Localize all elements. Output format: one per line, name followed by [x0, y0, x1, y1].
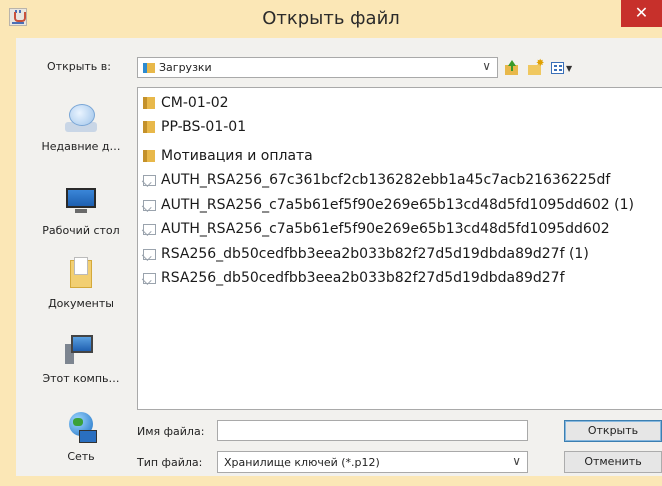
place-label: Документы	[48, 297, 114, 310]
folder-icon	[143, 97, 155, 109]
file-icon	[143, 249, 156, 260]
place-network[interactable]: Сеть	[35, 410, 127, 463]
this-pc-icon	[63, 332, 99, 366]
open-file-dialog: Открыть файл ✕ Открыть в: Загрузки ∨ ✸ ▼…	[0, 0, 662, 486]
network-icon	[63, 410, 99, 444]
close-button[interactable]: ✕	[621, 0, 662, 27]
documents-icon	[63, 257, 99, 291]
place-label: Рабочий стол	[42, 224, 120, 237]
file-icon	[143, 273, 156, 284]
recent-items-icon	[63, 100, 99, 134]
look-in-label: Открыть в:	[47, 60, 111, 73]
view-dropdown-arrow-icon: ▼	[566, 64, 573, 73]
file-name-label: Имя файла:	[137, 425, 205, 438]
view-menu-icon[interactable]: ▼	[551, 60, 575, 76]
file-name-input[interactable]	[217, 420, 528, 441]
chevron-down-icon: ∨	[512, 454, 521, 468]
file-type-label: Тип файла:	[137, 456, 203, 469]
file-icon	[143, 200, 156, 211]
place-label: Сеть	[67, 450, 95, 463]
open-button[interactable]: Открыть	[564, 420, 662, 442]
title-bar[interactable]: Открыть файл ✕	[0, 0, 662, 38]
place-documents[interactable]: Документы	[35, 257, 127, 310]
place-label: Этот компь…	[42, 372, 120, 385]
cancel-button[interactable]: Отменить	[564, 451, 662, 473]
look-in-value: Загрузки	[159, 61, 212, 74]
places-sidebar: Недавние д… Рабочий стол Документы Этот …	[35, 87, 127, 466]
place-recent-items[interactable]: Недавние д…	[35, 100, 127, 153]
place-desktop[interactable]: Рабочий стол	[35, 184, 127, 237]
place-label: Недавние д…	[41, 140, 121, 153]
file-type-dropdown[interactable]: Хранилище ключей (*.p12) ∨	[217, 451, 528, 473]
folder-icon	[143, 121, 155, 133]
window-title: Открыть файл	[262, 8, 400, 29]
file-list[interactable]: CM-01-02 PP-BS-01-01 Мотивация и оплата …	[137, 87, 662, 410]
folder-icon	[143, 150, 155, 162]
desktop-icon	[63, 184, 99, 218]
look-in-dropdown[interactable]: Загрузки ∨	[137, 57, 498, 78]
create-new-folder-icon[interactable]: ✸	[527, 58, 544, 76]
file-type-value: Хранилище ключей (*.p12)	[224, 456, 380, 469]
file-icon	[143, 175, 156, 186]
up-one-level-icon[interactable]	[504, 60, 520, 76]
place-this-pc[interactable]: Этот компь…	[35, 332, 127, 385]
chevron-down-icon: ∨	[482, 59, 491, 73]
file-icon	[143, 224, 156, 235]
